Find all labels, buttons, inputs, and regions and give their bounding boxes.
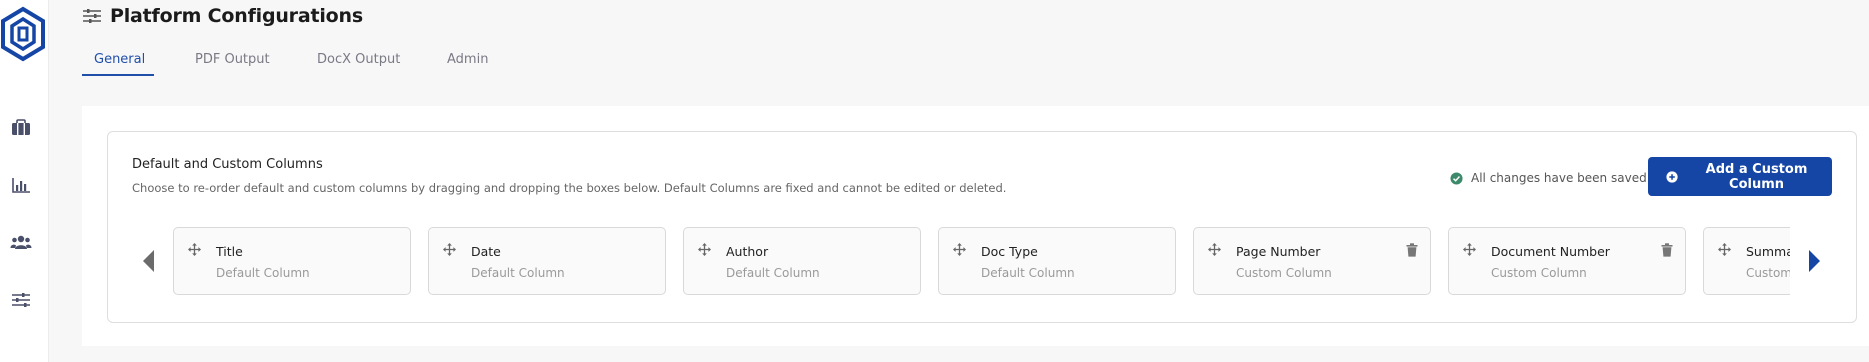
sliders-icon	[83, 9, 101, 23]
column-box-summary[interactable]: Summary Custom Column	[1703, 227, 1790, 295]
trash-icon[interactable]	[1661, 243, 1673, 257]
column-type: Custom Column	[1491, 266, 1587, 280]
column-type: Default Column	[471, 266, 565, 280]
column-box-date[interactable]: Date Default Column	[428, 227, 666, 295]
columns-carousel: Title Default Column Date Default Column…	[173, 227, 1790, 297]
sidebar	[0, 0, 49, 362]
bar-chart-icon[interactable]	[10, 175, 32, 195]
trash-icon[interactable]	[1406, 243, 1418, 257]
tab-admin[interactable]: Admin	[447, 52, 488, 67]
drag-move-icon[interactable]	[1463, 243, 1476, 256]
page-title: Platform Configurations	[110, 5, 363, 27]
add-custom-column-button[interactable]: Add a Custom Column	[1648, 157, 1832, 196]
column-box-author[interactable]: Author Default Column	[683, 227, 921, 295]
column-box-document-number[interactable]: Document Number Custom Column	[1448, 227, 1686, 295]
column-name: Page Number	[1236, 244, 1321, 259]
drag-move-icon[interactable]	[1208, 243, 1221, 256]
briefcase-icon[interactable]	[10, 118, 32, 138]
section-description: Choose to re-order default and custom co…	[132, 181, 1007, 195]
sliders-icon[interactable]	[10, 290, 32, 310]
drag-move-icon[interactable]	[188, 243, 201, 256]
add-custom-column-label: Add a Custom Column	[1705, 161, 1808, 192]
drag-move-icon[interactable]	[1718, 243, 1731, 256]
column-name: Summary	[1746, 244, 1790, 259]
column-name: Date	[471, 244, 501, 259]
active-tab-indicator	[82, 74, 154, 76]
column-name: Doc Type	[981, 244, 1038, 259]
column-type: Default Column	[726, 266, 820, 280]
drag-move-icon[interactable]	[698, 243, 711, 256]
save-status: All changes have been saved.	[1450, 169, 1651, 187]
save-status-text: All changes have been saved.	[1471, 171, 1651, 185]
brand-logo-icon[interactable]	[0, 6, 46, 62]
drag-move-icon[interactable]	[443, 243, 456, 256]
users-icon[interactable]	[10, 232, 32, 252]
section-title: Default and Custom Columns	[132, 157, 323, 172]
tab-docx-output[interactable]: DocX Output	[317, 52, 400, 67]
column-name: Document Number	[1491, 244, 1610, 259]
column-box-doc-type[interactable]: Doc Type Default Column	[938, 227, 1176, 295]
column-name: Title	[216, 244, 243, 259]
column-type: Custom Column	[1746, 266, 1790, 280]
check-circle-icon	[1450, 171, 1463, 185]
plus-circle-icon	[1666, 170, 1678, 183]
scroll-right-arrow-icon[interactable]	[1806, 249, 1822, 273]
tab-pdf-output[interactable]: PDF Output	[195, 52, 270, 67]
column-name: Author	[726, 244, 769, 259]
column-type: Default Column	[216, 266, 310, 280]
tab-general[interactable]: General	[94, 52, 145, 67]
drag-move-icon[interactable]	[953, 243, 966, 256]
scroll-left-arrow-icon[interactable]	[141, 249, 157, 273]
column-box-title[interactable]: Title Default Column	[173, 227, 411, 295]
column-type: Custom Column	[1236, 266, 1332, 280]
column-type: Default Column	[981, 266, 1075, 280]
column-box-page-number[interactable]: Page Number Custom Column	[1193, 227, 1431, 295]
